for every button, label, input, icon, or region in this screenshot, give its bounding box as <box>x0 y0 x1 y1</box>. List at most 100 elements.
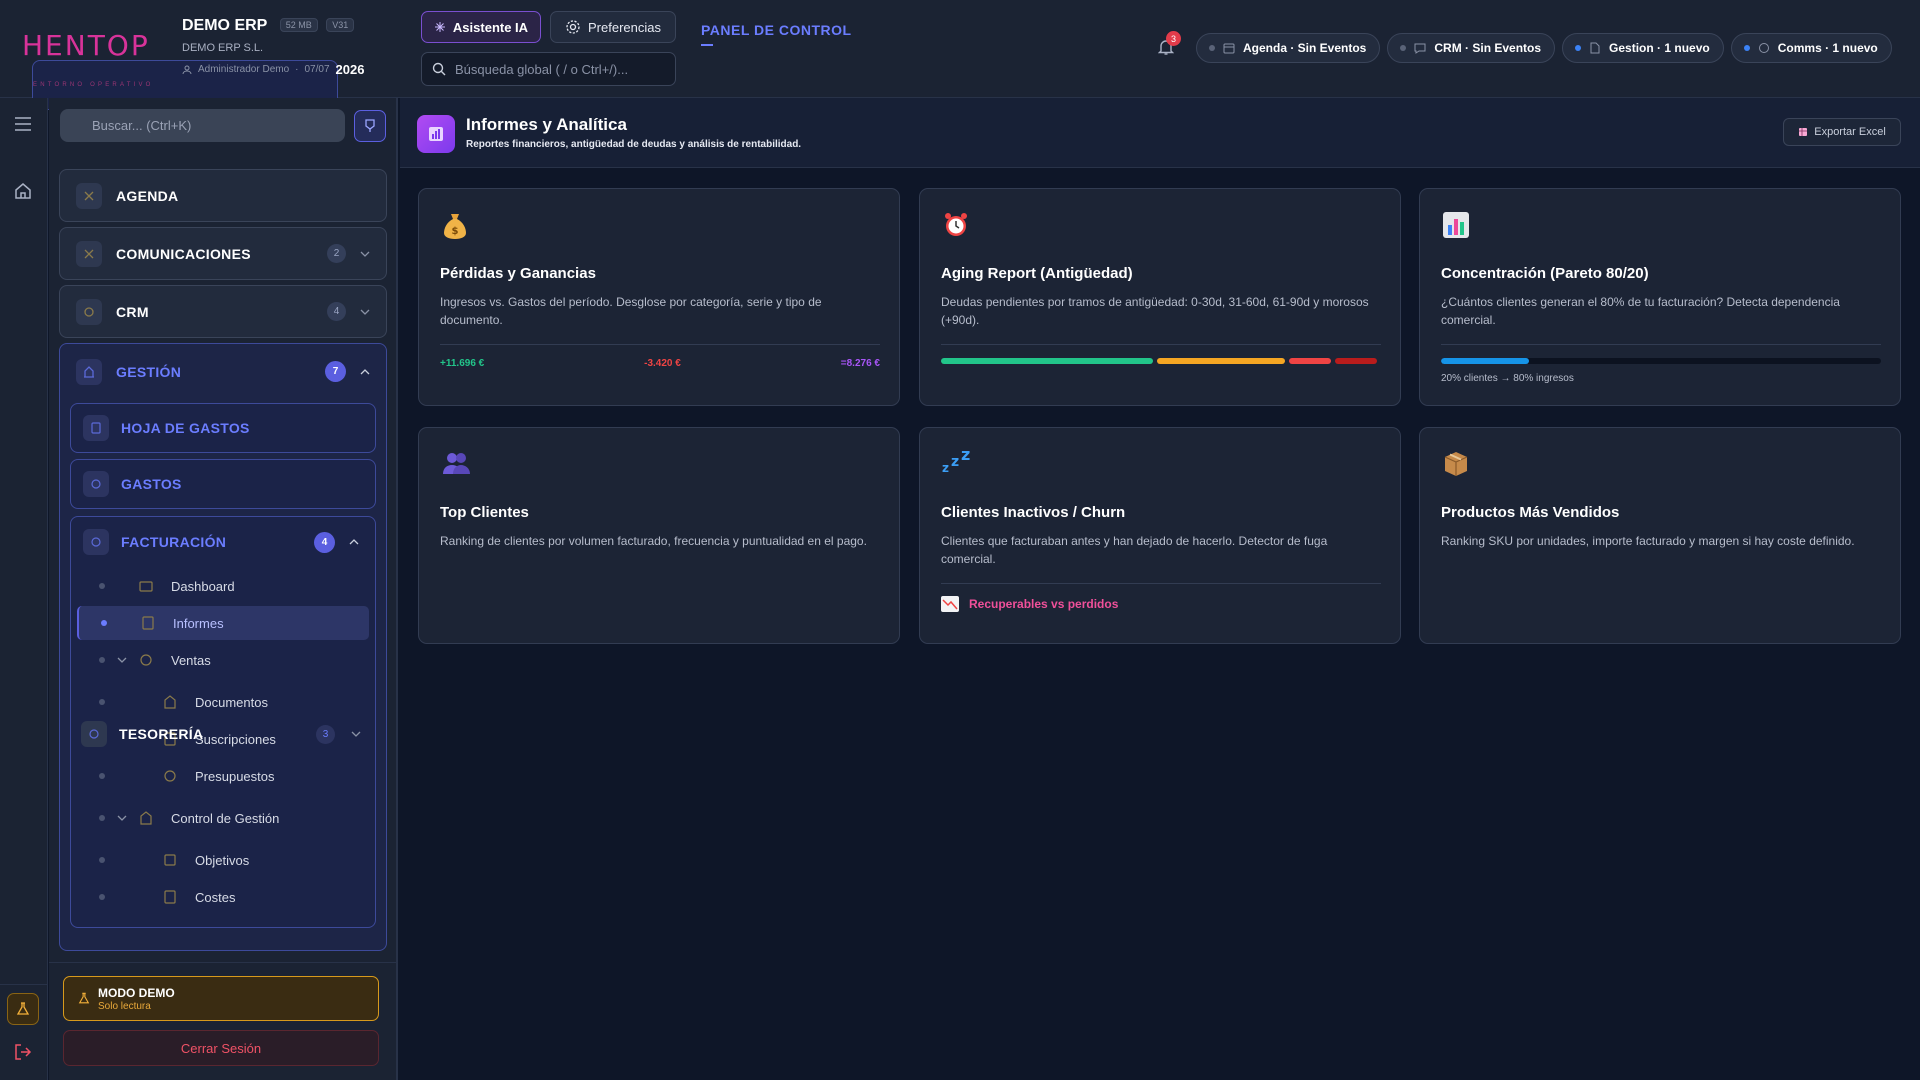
section-badge: 4 <box>327 302 346 321</box>
export-excel-button[interactable]: Exportar Excel <box>1783 118 1901 146</box>
sidebar-section-agenda[interactable]: AGENDA <box>59 169 387 222</box>
global-search-input[interactable] <box>455 61 655 77</box>
control-panel-link[interactable]: PANEL DE CONTROL <box>701 22 852 46</box>
notifications-button[interactable]: 3 <box>1158 31 1181 56</box>
nav-bullet <box>99 857 105 863</box>
demo-mode-title: MODO DEMO <box>98 985 175 1000</box>
version-badge: V31 <box>326 18 355 32</box>
pnl-summary: +11.696 € -3.420 € =8.276 € <box>440 358 880 369</box>
nav-bullet <box>99 699 105 705</box>
ai-assistant-label: Asistente IA <box>452 19 529 35</box>
sub-label: FACTURACIÓN <box>121 534 227 550</box>
section-icon <box>76 182 102 209</box>
global-search[interactable] <box>421 52 676 86</box>
report-card-productos[interactable]: Productos Más Vendidos Ranking SKU por u… <box>1419 427 1901 644</box>
app-logo[interactable]: HENTOP ENTORNO OPERATIVO <box>22 32 338 110</box>
pin-icon <box>364 119 376 133</box>
nav-item-ventas[interactable]: Ventas <box>77 643 369 677</box>
sidebar-search[interactable] <box>60 109 345 142</box>
sidebar-section-crm[interactable]: CRM 4 <box>59 285 387 338</box>
recoverable-link[interactable]: Recuperables vs perdidos <box>941 596 1118 612</box>
preferences-label: Preferencias <box>588 19 661 35</box>
chip-label: Agenda · Sin Eventos <box>1243 41 1367 55</box>
sidebar-sub-gastos[interactable]: GASTOS <box>70 459 376 509</box>
nav-bullet <box>99 583 105 589</box>
facturacion-header[interactable]: FACTURACIÓN 4 <box>71 517 375 567</box>
nav-label: Objetivos <box>195 852 250 868</box>
message-icon <box>1758 42 1770 54</box>
user-icon <box>182 65 192 75</box>
card-title: Aging Report (Antigüedad) <box>941 265 1133 282</box>
logout-button[interactable]: Cerrar Sesión <box>63 1030 379 1066</box>
demo-mode-subtitle: Solo lectura <box>98 1000 151 1012</box>
gear-icon <box>565 19 581 35</box>
home-icon[interactable] <box>14 182 32 200</box>
current-year: 2026 <box>335 62 365 77</box>
nav-item-control-de-gestion[interactable]: Control de Gestión <box>77 801 369 835</box>
chip-gestion[interactable]: Gestion · 1 nuevo <box>1562 33 1724 63</box>
pin-button[interactable] <box>354 110 386 142</box>
report-card-pareto[interactable]: Concentración (Pareto 80/20) ¿Cuántos cl… <box>1419 188 1901 406</box>
section-label: CRM <box>116 303 149 320</box>
export-excel-label: Exportar Excel <box>1814 126 1886 138</box>
aging-segment-61-90 <box>1289 358 1331 364</box>
company-info: DEMO ERP 52 MB V31 DEMO ERP S.L. Adminis… <box>182 17 364 77</box>
sidebar-section-tesoreria[interactable]: TESORERÍA 3 <box>59 709 387 759</box>
aging-segment-0-30 <box>941 358 1153 364</box>
section-icon <box>83 471 109 497</box>
pareto-bar <box>1441 358 1881 364</box>
card-title: Top Clientes <box>440 504 529 521</box>
chip-comms[interactable]: Comms · 1 nuevo <box>1730 33 1892 63</box>
preferences-button[interactable]: Preferencias <box>550 11 676 43</box>
report-card-aging[interactable]: Aging Report (Antigüedad) Deudas pendien… <box>919 188 1401 406</box>
chevron-down-icon <box>117 815 127 821</box>
nav-item-informes[interactable]: Informes <box>77 606 369 640</box>
report-card-churn[interactable]: zzz Clientes Inactivos / Churn Clientes … <box>919 427 1401 644</box>
nav-label: Dashboard <box>171 578 235 594</box>
menu-icon[interactable] <box>14 117 32 131</box>
chevron-up-icon <box>360 368 370 375</box>
nav-item-objetivos[interactable]: Objetivos <box>77 843 369 877</box>
nav-item-dashboard[interactable]: Dashboard <box>77 569 369 603</box>
main-content: Informes y Analítica Reportes financiero… <box>400 98 1920 1080</box>
top-bar: HENTOP ENTORNO OPERATIVO DEMO ERP 52 MB … <box>0 0 1920 110</box>
page-subtitle: Reportes financieros, antigüedad de deud… <box>466 139 802 150</box>
chip-agenda[interactable]: Agenda · Sin Eventos <box>1196 33 1381 63</box>
nav-item-costes[interactable]: Costes <box>77 880 369 914</box>
user-name: Administrador Demo <box>198 64 290 75</box>
nav-bullet <box>99 894 105 900</box>
sidebar-search-input[interactable] <box>92 118 322 133</box>
sidebar-sub-hoja-de-gastos[interactable]: HOJA DE GASTOS <box>70 403 376 453</box>
money-bag-icon: $ <box>441 211 469 241</box>
page-header: Informes y Analítica Reportes financiero… <box>400 98 1920 168</box>
svg-text:z: z <box>951 454 959 470</box>
bar-chart-icon <box>1442 211 1470 239</box>
expense-value: -3.420 € <box>644 358 681 369</box>
demo-mode-button[interactable] <box>7 993 39 1025</box>
nav-bullet <box>101 620 107 626</box>
section-icon <box>76 358 102 385</box>
report-card-top-clientes[interactable]: Top Clientes Ranking de clientes por vol… <box>418 427 900 644</box>
chevron-down-icon <box>360 251 370 257</box>
report-card-pyg[interactable]: $ Pérdidas y Ganancias Ingresos vs. Gast… <box>418 188 900 406</box>
notifications-count: 3 <box>1166 31 1181 46</box>
gestion-header[interactable]: GESTIÓN 7 <box>60 344 386 399</box>
search-icon <box>432 62 446 76</box>
rail-divider <box>0 984 47 985</box>
logout-icon[interactable] <box>14 1043 32 1061</box>
nav-item-presupuestos[interactable]: Presupuestos <box>77 759 369 793</box>
trend-down-icon <box>941 596 959 612</box>
demo-mode-banner: MODO DEMO Solo lectura <box>63 976 379 1021</box>
document-icon <box>163 695 177 709</box>
cost-icon <box>163 890 177 904</box>
ai-assistant-button[interactable]: Asistente IA <box>421 11 541 43</box>
spreadsheet-icon <box>1798 127 1808 137</box>
section-icon <box>83 529 109 555</box>
card-title: Clientes Inactivos / Churn <box>941 504 1126 521</box>
sidebar-section-comunicaciones[interactable]: COMUNICACIONES 2 <box>59 227 387 280</box>
chip-crm[interactable]: CRM · Sin Eventos <box>1387 33 1556 63</box>
card-title: Concentración (Pareto 80/20) <box>1441 265 1649 282</box>
pareto-fill <box>1441 358 1529 364</box>
meta-separator: · <box>295 64 299 75</box>
card-description: Ranking SKU por unidades, importe factur… <box>1441 534 1855 548</box>
